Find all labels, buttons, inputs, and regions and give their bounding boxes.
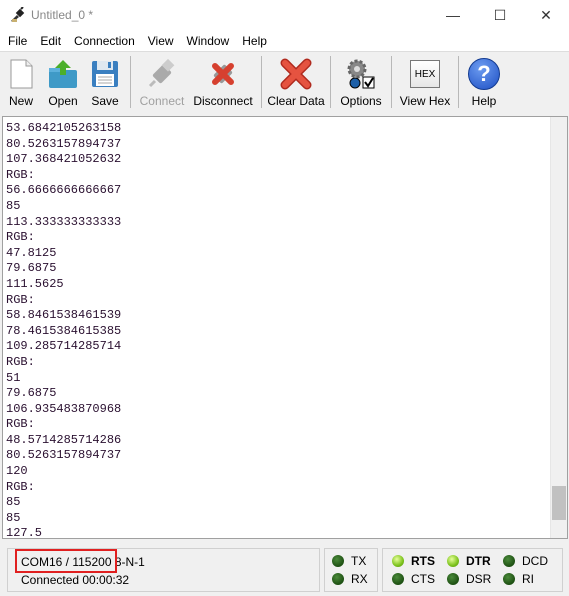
connect-button[interactable]: Connect <box>135 52 189 114</box>
output-line: 85 <box>6 495 21 510</box>
status-bar: COM16 / 115200 8-N-1 Connected 00:00:32 … <box>0 540 569 596</box>
red-x-icon <box>280 58 312 90</box>
toolbar-separator <box>391 56 392 108</box>
led-indicator-icon <box>392 573 404 585</box>
led-indicator-icon <box>332 555 344 567</box>
toolbar-separator <box>330 56 331 108</box>
output-line: 113.333333333333 <box>6 214 122 229</box>
open-folder-icon <box>49 60 77 88</box>
serial-plug-app-icon <box>11 7 25 22</box>
output-line: RGB: <box>6 354 35 369</box>
signal-dtr: DTR <box>447 554 491 568</box>
save-button[interactable]: Save <box>84 52 126 114</box>
open-button[interactable]: Open <box>42 52 84 114</box>
question-help-icon: ? <box>468 58 500 90</box>
scrollbar-thumb[interactable] <box>552 486 566 520</box>
menu-connection[interactable]: Connection <box>74 34 135 48</box>
output-line: 80.5263157894737 <box>6 136 122 151</box>
signal-label: DTR <box>466 554 491 568</box>
minimize-button[interactable]: — <box>430 0 476 30</box>
signal-ri: RI <box>503 572 534 586</box>
signal-rx: RX <box>332 572 368 586</box>
signal-label: CTS <box>411 572 435 586</box>
menu-bar: File Edit Connection View Window Help <box>0 30 569 51</box>
output-line: 106.935483870968 <box>6 401 122 416</box>
signal-dsr: DSR <box>447 572 491 586</box>
led-indicator-icon <box>447 573 459 585</box>
signal-label: DCD <box>522 554 548 568</box>
output-line: 58.8461538461539 <box>6 308 122 323</box>
output-line: 80.5263157894737 <box>6 448 122 463</box>
hex-icon: HEX <box>410 60 440 88</box>
gears-options-icon <box>347 59 375 89</box>
signal-tx: TX <box>332 554 366 568</box>
signal-cts: CTS <box>392 572 435 586</box>
new-file-icon <box>10 59 33 89</box>
led-indicator-icon <box>392 555 404 567</box>
output-lines: 53.6842105263158 80.5263157894737 107.3684… <box>6 121 122 539</box>
options-button[interactable]: Options <box>335 52 387 114</box>
output-line: 107.368421052632 <box>6 152 122 167</box>
output-line: 127.5 <box>6 526 43 539</box>
led-indicator-icon <box>332 573 344 585</box>
menu-view[interactable]: View <box>148 34 174 48</box>
menu-edit[interactable]: Edit <box>40 34 61 48</box>
output-line: 48.5714285714286 <box>6 432 122 447</box>
highlight-box <box>15 549 117 573</box>
output-line: 85 <box>6 510 21 525</box>
output-line: 78.4615384615385 <box>6 323 122 338</box>
output-line: RGB: <box>6 167 35 182</box>
window-title: Untitled_0 * <box>31 8 94 22</box>
new-button[interactable]: New <box>0 52 42 114</box>
signal-label: RI <box>522 572 534 586</box>
output-line: 120 <box>6 464 28 479</box>
connection-status: Connected 00:00:32 <box>21 573 130 587</box>
led-indicator-icon <box>503 555 515 567</box>
led-indicator-icon <box>447 555 459 567</box>
usb-plug-icon <box>148 58 175 88</box>
output-line: RGB: <box>6 479 35 494</box>
serial-output-area[interactable]: 53.6842105263158 80.5263157894737 107.3684… <box>2 116 568 539</box>
output-line: 79.6875 <box>6 386 57 401</box>
output-line: RGB: <box>6 230 35 245</box>
floppy-disk-icon <box>92 61 118 87</box>
signal-label: DSR <box>466 572 492 586</box>
toolbar-separator <box>130 56 131 108</box>
disconnect-button[interactable]: Disconnect <box>189 52 257 114</box>
help-button[interactable]: ? Help <box>463 52 505 114</box>
toolbar: New Open Save Connect Disconnect Clear D… <box>0 51 569 115</box>
output-line: 109.285714285714 <box>6 339 122 354</box>
signal-label: TX <box>351 554 367 568</box>
title-bar: Untitled_0 * — ☐ ✕ <box>0 0 569 30</box>
menu-window[interactable]: Window <box>187 34 230 48</box>
menu-file[interactable]: File <box>8 34 27 48</box>
signal-label: RTS <box>411 554 435 568</box>
toolbar-separator <box>458 56 459 108</box>
usb-disconnect-icon <box>212 63 234 85</box>
output-line: 111.5625 <box>6 276 64 291</box>
toolbar-separator <box>261 56 262 108</box>
output-line: 53.6842105263158 <box>6 121 122 135</box>
output-line: 47.8125 <box>6 245 57 260</box>
output-line: RGB: <box>6 292 35 307</box>
close-button[interactable]: ✕ <box>523 0 569 30</box>
output-line: 56.6666666666667 <box>6 183 122 198</box>
output-line: 79.6875 <box>6 261 57 276</box>
signal-dcd: DCD <box>503 554 548 568</box>
output-line: 85 <box>6 198 21 213</box>
led-indicator-icon <box>503 573 515 585</box>
view-hex-button[interactable]: HEX View Hex <box>396 52 454 114</box>
clear-data-button[interactable]: Clear Data <box>266 52 326 114</box>
vertical-scrollbar[interactable] <box>550 117 567 538</box>
menu-help[interactable]: Help <box>242 34 267 48</box>
output-line: RGB: <box>6 417 35 432</box>
output-line: 51 <box>6 370 21 385</box>
maximize-button[interactable]: ☐ <box>477 0 523 30</box>
signal-label: RX <box>351 572 368 586</box>
signal-rts: RTS <box>392 554 435 568</box>
